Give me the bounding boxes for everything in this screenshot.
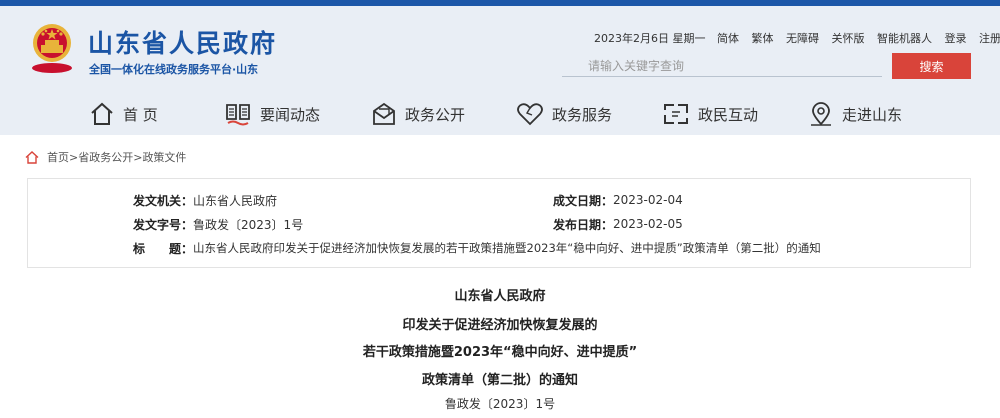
meta-created-label: 成文日期： xyxy=(553,193,614,208)
site-title[interactable]: 山东省人民政府 xyxy=(88,24,277,60)
site-subtitle: 全国一体化在线政务服务平台·山东 xyxy=(89,63,259,76)
breadcrumb-separator: > xyxy=(133,150,143,164)
nav-gov-services-label: 政务服务 xyxy=(552,105,613,124)
meta-title-label: 标 题： xyxy=(133,241,194,256)
document-title-line-1: 山东省人民政府 xyxy=(454,289,546,304)
interaction-icon xyxy=(664,104,688,124)
national-emblem-icon xyxy=(32,24,72,73)
nav-news[interactable]: 要闻动态 xyxy=(224,94,320,134)
meta-issuer-label: 发文机关： xyxy=(133,193,194,208)
document-title-line-4: 政策清单（第二批）的通知 xyxy=(421,373,578,388)
meta-doc-number-value: 鲁政发〔2023〕1号 xyxy=(193,217,304,232)
nav-home-label: 首 页 xyxy=(123,105,158,124)
breadcrumb: 首页 > 省政务公开 > 政策文件 xyxy=(25,149,186,165)
meta-created: 成文日期： 2023-02-04 xyxy=(553,189,683,211)
home-icon xyxy=(25,150,39,164)
search-button[interactable]: 搜索 xyxy=(892,53,971,79)
nav-interaction-label: 政民互动 xyxy=(698,105,759,124)
current-date: 2023年2月6日 星期一 xyxy=(594,32,706,45)
nav-gov-services[interactable]: 政务服务 xyxy=(516,94,612,134)
meta-issuer-value: 山东省人民政府 xyxy=(193,193,278,208)
document-title-line-2: 印发关于促进经济加快恢复发展的 xyxy=(402,318,598,333)
nav-about-shandong[interactable]: 走进山东 xyxy=(808,94,902,134)
document-meta-box: 发文机关： 山东省人民政府 成文日期： 2023-02-04 发文字号： 鲁政发… xyxy=(27,178,971,268)
meta-issuer: 发文机关： 山东省人民政府 xyxy=(133,189,277,211)
heart-icon xyxy=(517,103,543,126)
meta-published-label: 发布日期： xyxy=(553,217,614,232)
document-number: 鲁政发〔2023〕1号 xyxy=(444,397,556,411)
mail-icon xyxy=(373,102,395,125)
link-traditional[interactable]: 繁体 xyxy=(752,32,774,45)
location-icon xyxy=(811,102,831,126)
meta-title-value: 山东省人民政府印发关于促进经济加快恢复发展的若干政策措施暨2023年“稳中向好、… xyxy=(193,241,821,255)
meta-doc-number: 发文字号： 鲁政发〔2023〕1号 xyxy=(133,213,303,235)
news-icon xyxy=(226,104,250,126)
link-accessibility[interactable]: 无障碍 xyxy=(786,32,819,45)
nav-gov-affairs-label: 政务公开 xyxy=(405,105,466,124)
breadcrumb-separator: > xyxy=(69,150,79,164)
nav-interaction[interactable]: 政民互动 xyxy=(662,94,758,134)
document-title-line-3: 若干政策措施暨2023年“稳中向好、进中提质” xyxy=(362,345,638,360)
nav-gov-affairs[interactable]: 政务公开 xyxy=(371,94,465,134)
nav-news-label: 要闻动态 xyxy=(260,105,321,124)
meta-published: 发布日期： 2023-02-05 xyxy=(553,213,683,235)
breadcrumb-home[interactable]: 首页 xyxy=(47,149,69,165)
nav-home[interactable]: 首 页 xyxy=(89,94,158,134)
link-care-version[interactable]: 关怀版 xyxy=(832,32,865,45)
main-nav: 首 页 要闻动态 政务公开 政务服务 政民互动 走进山东 xyxy=(0,94,1000,134)
meta-title: 标 题： 山东省人民政府印发关于促进经济加快恢复发展的若干政策措施暨2023年“… xyxy=(133,237,821,259)
meta-published-value: 2023-02-05 xyxy=(613,217,683,231)
breadcrumb-policy-files[interactable]: 政策文件 xyxy=(142,149,186,165)
link-login[interactable]: 登录 xyxy=(945,32,967,45)
link-robot[interactable]: 智能机器人 xyxy=(877,32,932,45)
meta-created-value: 2023-02-04 xyxy=(613,193,683,207)
link-register[interactable]: 注册 xyxy=(979,32,1000,45)
home-icon xyxy=(91,102,113,125)
top-links: 2023年2月6日 星期一 简体 繁体 无障碍 关怀版 智能机器人 登录 注册 xyxy=(594,30,1000,46)
site-header: 山东省人民政府 全国一体化在线政务服务平台·山东 2023年2月6日 星期一 简… xyxy=(0,0,1000,135)
meta-doc-number-label: 发文字号： xyxy=(133,217,194,232)
link-simplified[interactable]: 简体 xyxy=(717,32,739,45)
nav-about-shandong-label: 走进山东 xyxy=(842,105,903,124)
breadcrumb-gov-affairs[interactable]: 省政务公开 xyxy=(78,149,133,165)
search-input[interactable] xyxy=(562,55,882,77)
